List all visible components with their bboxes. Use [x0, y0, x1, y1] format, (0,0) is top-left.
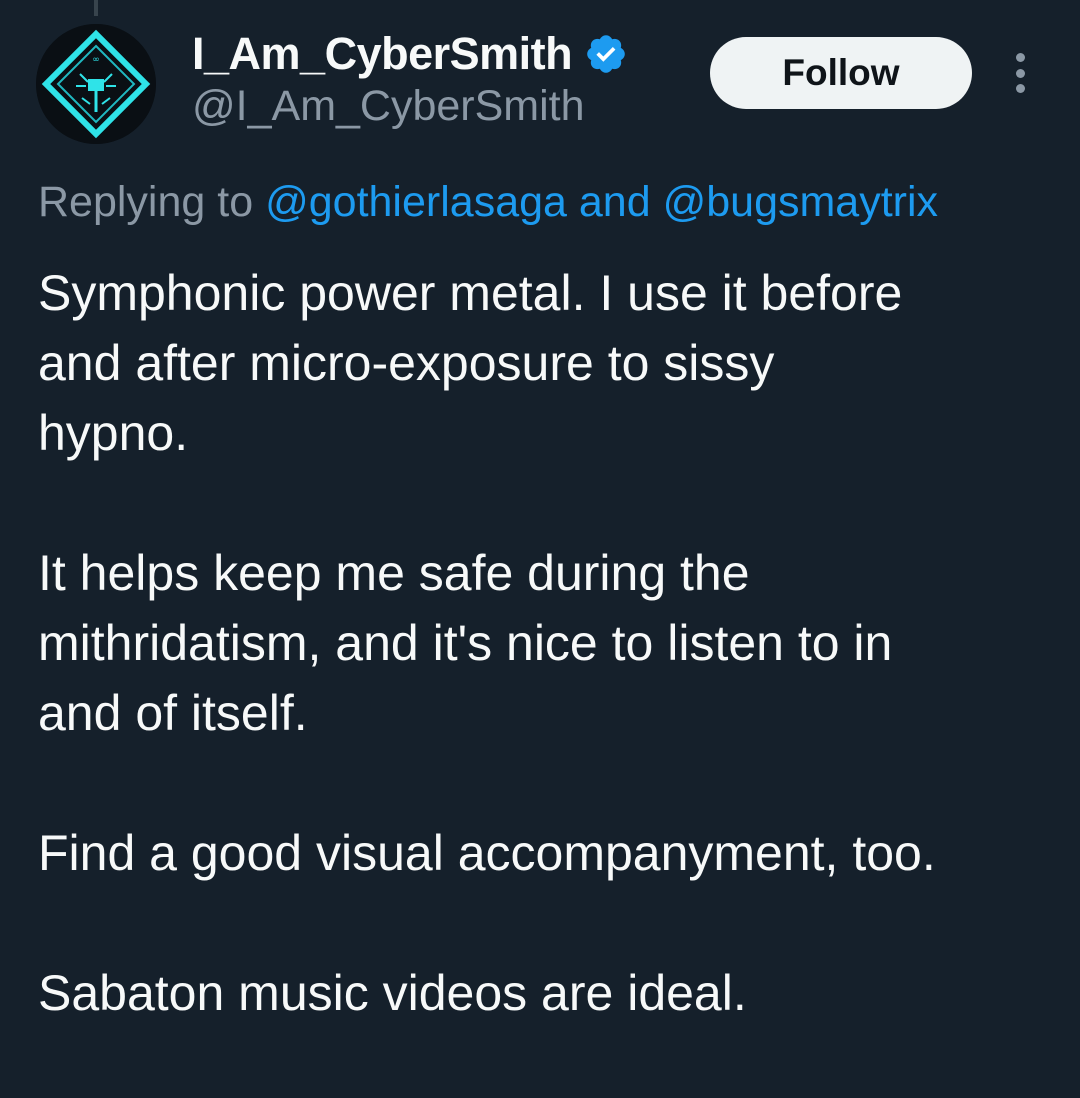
tweet-line: hypno.	[38, 405, 189, 461]
tweet-paragraph: It helps keep me safe during the mithrid…	[38, 538, 1048, 748]
tweet-line: and after micro-exposure to sissy	[38, 335, 775, 391]
thread-connector-line	[94, 0, 98, 16]
reply-context: Replying to @gothierlasaga and @bugsmayt…	[38, 178, 938, 227]
more-dot	[1015, 84, 1025, 93]
author-display-name[interactable]: I_Am_CyberSmith	[192, 28, 573, 80]
tweet-text: Symphonic power metal. I use it before a…	[38, 258, 1048, 1098]
mention-bugsmaytrix[interactable]: @bugsmaytrix	[663, 178, 938, 226]
author-name-row[interactable]: I_Am_CyberSmith	[192, 24, 628, 84]
avatar-image: ∞	[36, 24, 156, 144]
tweet-paragraph: Sabaton music videos are ideal.	[38, 958, 1048, 1028]
svg-text:∞: ∞	[92, 55, 100, 65]
tweet-line: and of itself.	[38, 685, 308, 741]
author-handle[interactable]: @I_Am_CyberSmith	[192, 82, 585, 131]
reply-prefix: Replying to	[38, 178, 254, 226]
tweet-paragraph: Find a good visual accompanyment, too.	[38, 818, 1048, 888]
more-dot	[1015, 53, 1025, 62]
tweet-line: It helps keep me safe during the	[38, 545, 750, 601]
avatar[interactable]: ∞	[36, 24, 156, 144]
more-dot	[1015, 68, 1025, 78]
verified-badge-icon	[584, 32, 628, 76]
tweet-line: Find a good visual accompanyment, too.	[38, 825, 936, 881]
reply-conjunction[interactable]: and	[579, 178, 651, 226]
follow-button[interactable]: Follow	[710, 37, 972, 109]
tweet-line: mithridatism, and it's nice to listen to…	[38, 615, 893, 671]
mention-gothierlasaga[interactable]: @gothierlasaga	[265, 178, 567, 226]
tweet-paragraph: Symphonic power metal. I use it before a…	[38, 258, 1048, 468]
tweet-line: Symphonic power metal. I use it before	[38, 265, 903, 321]
more-options-icon[interactable]	[1002, 48, 1038, 98]
tweet-line: Sabaton music videos are ideal.	[38, 965, 747, 1021]
